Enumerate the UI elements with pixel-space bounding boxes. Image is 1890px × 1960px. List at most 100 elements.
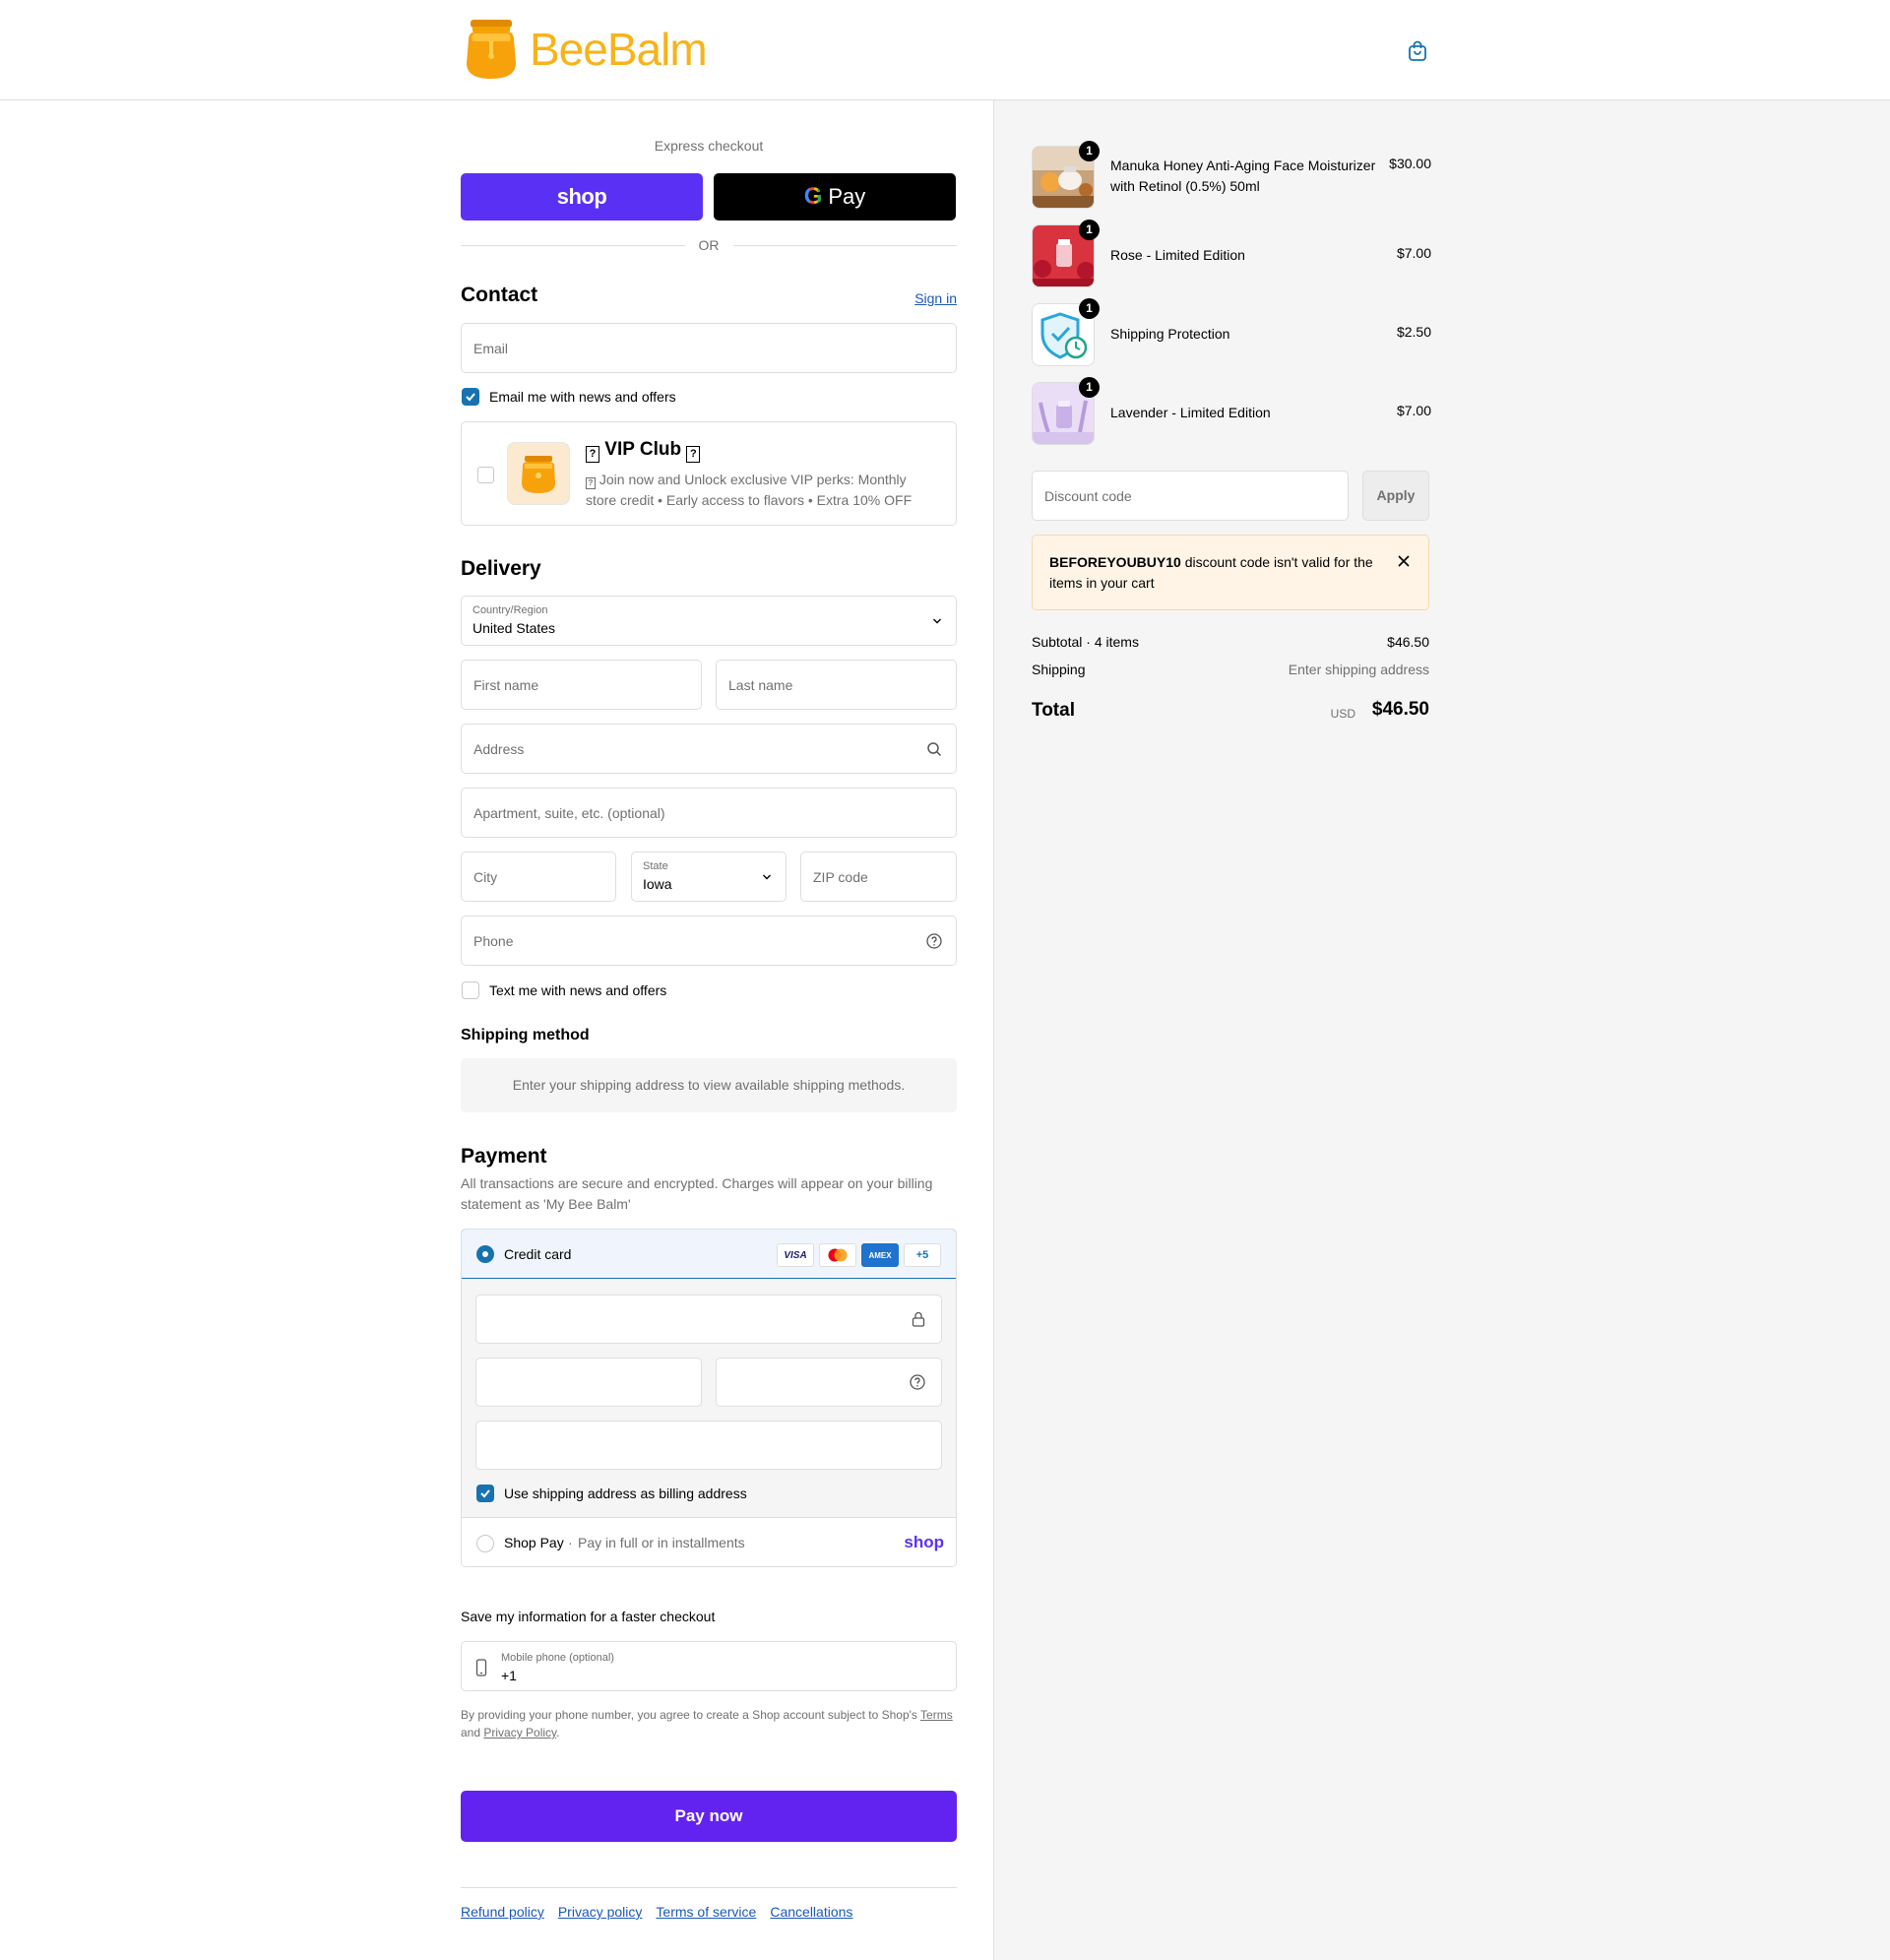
credit-card-label: Credit card xyxy=(504,1246,572,1262)
email-field[interactable]: Email xyxy=(461,323,957,373)
honey-jar-icon xyxy=(467,20,516,79)
item-name: Lavender - Limited Edition xyxy=(1110,405,1271,420)
shipping-method-title: Shipping method xyxy=(461,1027,590,1043)
or-label: OR xyxy=(698,237,720,253)
card-number-field[interactable] xyxy=(475,1295,942,1344)
text-news-checkbox[interactable] xyxy=(462,981,479,999)
shopping-bag-icon[interactable] xyxy=(1406,39,1429,63)
state-select[interactable]: State Iowa xyxy=(631,852,787,902)
credit-card-option[interactable]: Credit card VISA AMEX +5 xyxy=(462,1230,956,1279)
first-name-field[interactable]: First name xyxy=(461,660,702,710)
email-news-checkbox[interactable] xyxy=(462,388,479,406)
shop-pay-option[interactable]: Shop Pay · Pay in full or in installment… xyxy=(462,1517,956,1566)
payment-description: All transactions are secure and encrypte… xyxy=(461,1175,933,1212)
vip-club-title: ? VIP Club ? xyxy=(586,439,701,463)
discount-error-alert: BEFOREYOUBUY10 discount code isn't valid… xyxy=(1032,535,1429,610)
subtotal-value: $46.50 xyxy=(1387,634,1429,650)
contact-title: Contact xyxy=(461,284,538,306)
mobile-phone-icon xyxy=(475,1659,487,1676)
phone-placeholder: Phone xyxy=(473,933,514,949)
brand-logo[interactable]: BeeBalm xyxy=(461,18,708,81)
expiration-date-field[interactable] xyxy=(475,1358,702,1407)
lock-icon xyxy=(912,1311,925,1327)
item-name: Rose - Limited Edition xyxy=(1110,247,1245,263)
item-price: $7.00 xyxy=(1396,403,1431,418)
chevron-down-icon xyxy=(763,874,771,880)
privacy-policy-link[interactable]: Privacy Policy xyxy=(483,1726,556,1739)
cart-item: 1 Lavender - Limited Edition $7.00 xyxy=(1032,377,1431,445)
state-value: Iowa xyxy=(643,876,672,892)
sign-in-link[interactable]: Sign in xyxy=(914,290,957,306)
mobile-phone-field[interactable]: Mobile phone (optional) +1 xyxy=(461,1641,957,1691)
discount-error-text: BEFOREYOUBUY10 discount code isn't valid… xyxy=(1049,552,1374,594)
shop-pay-button[interactable]: shop xyxy=(461,173,703,221)
discount-code-placeholder: Discount code xyxy=(1044,488,1132,504)
cart-item: 1 Rose - Limited Edition $7.00 xyxy=(1032,220,1431,287)
help-circle-icon[interactable] xyxy=(908,1372,927,1392)
city-placeholder: City xyxy=(473,869,498,885)
cart-item: 1 Manuka Honey Anti-Aging Face Moisturiz… xyxy=(1032,141,1431,209)
legal-and: and xyxy=(461,1726,481,1739)
address-field[interactable]: Address xyxy=(461,724,957,774)
google-pay-button[interactable]: G Pay xyxy=(714,173,956,221)
footer-links: Refund policy Privacy policy Terms of se… xyxy=(461,1904,852,1920)
apply-discount-button[interactable]: Apply xyxy=(1362,471,1429,521)
vip-club-description: ? Join now and Unlock exclusive VIP perk… xyxy=(586,470,940,511)
shop-pay-separator: · xyxy=(568,1535,573,1550)
apartment-placeholder: Apartment, suite, etc. (optional) xyxy=(473,805,665,821)
shipping-label: Shipping xyxy=(1032,662,1086,677)
or-divider: OR xyxy=(461,237,957,253)
express-checkout-title: Express checkout xyxy=(654,138,764,154)
shipping-method-message: Enter your shipping address to view avai… xyxy=(461,1058,957,1112)
last-name-placeholder: Last name xyxy=(728,677,793,693)
credit-card-radio[interactable] xyxy=(476,1245,494,1263)
subtotal-row: Subtotal · 4 items $46.50 xyxy=(1032,634,1429,650)
mastercard-icon xyxy=(819,1243,856,1267)
terms-link[interactable]: Terms xyxy=(920,1708,953,1722)
google-g-icon: G xyxy=(803,183,823,210)
privacy-policy-footer-link[interactable]: Privacy policy xyxy=(558,1904,643,1920)
item-quantity-badge: 1 xyxy=(1079,377,1100,398)
terms-of-service-link[interactable]: Terms of service xyxy=(656,1904,756,1920)
mobile-phone-label: Mobile phone (optional) xyxy=(501,1652,614,1664)
billing-same-checkbox[interactable] xyxy=(476,1485,494,1502)
state-label: State xyxy=(643,860,668,872)
cart-item: 1 Shipping Protection $2.50 xyxy=(1032,298,1431,366)
country-select[interactable]: Country/Region United States xyxy=(461,596,957,646)
address-placeholder: Address xyxy=(473,741,525,757)
close-icon[interactable] xyxy=(1397,554,1411,568)
cancellations-link[interactable]: Cancellations xyxy=(770,1904,852,1920)
more-cards-label: +5 xyxy=(915,1249,929,1261)
amex-icon: AMEX xyxy=(861,1243,899,1267)
item-quantity-badge: 1 xyxy=(1079,220,1100,240)
header: BeeBalm xyxy=(0,0,1890,100)
total-currency: USD xyxy=(1330,707,1355,721)
item-price: $30.00 xyxy=(1389,156,1431,171)
zip-field[interactable]: ZIP code xyxy=(800,852,957,902)
first-name-placeholder: First name xyxy=(473,677,539,693)
shop-pay-radio[interactable] xyxy=(476,1535,494,1552)
last-name-field[interactable]: Last name xyxy=(716,660,957,710)
checkmark-icon xyxy=(480,1489,490,1498)
city-field[interactable]: City xyxy=(461,852,616,902)
zip-placeholder: ZIP code xyxy=(813,869,868,885)
legal-prefix: By providing your phone number, you agre… xyxy=(461,1708,917,1722)
item-name: Manuka Honey Anti-Aging Face Moisturizer… xyxy=(1110,158,1376,194)
shipping-value: Enter shipping address xyxy=(1288,662,1429,677)
email-news-label: Email me with news and offers xyxy=(489,389,676,405)
shipping-row: Shipping Enter shipping address xyxy=(1032,662,1429,677)
help-circle-icon[interactable] xyxy=(924,931,944,951)
apartment-field[interactable]: Apartment, suite, etc. (optional) xyxy=(461,788,957,838)
item-price: $7.00 xyxy=(1396,245,1431,261)
refund-policy-link[interactable]: Refund policy xyxy=(461,1904,544,1920)
name-on-card-field[interactable] xyxy=(475,1421,942,1470)
subtotal-label: Subtotal · 4 items xyxy=(1032,634,1139,650)
pay-now-button[interactable]: Pay now xyxy=(461,1791,957,1842)
more-cards-badge: +5 xyxy=(904,1243,941,1267)
discount-code-field[interactable]: Discount code xyxy=(1032,471,1349,521)
security-code-field[interactable] xyxy=(716,1358,942,1407)
vip-club-checkbox[interactable] xyxy=(477,467,494,483)
phone-field[interactable]: Phone xyxy=(461,916,957,966)
item-price: $2.50 xyxy=(1396,324,1431,340)
visa-label: VISA xyxy=(784,1249,807,1261)
